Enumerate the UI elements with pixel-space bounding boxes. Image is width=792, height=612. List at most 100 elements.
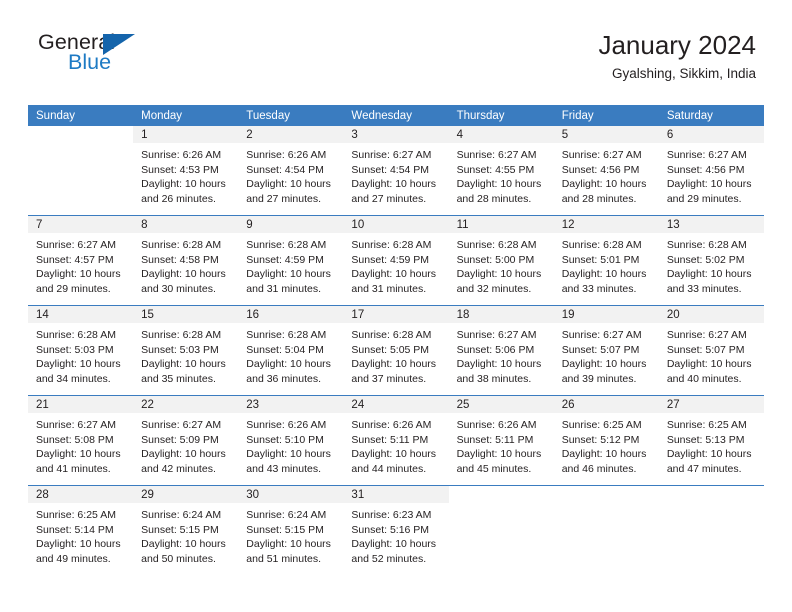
daylight-text-line1: Daylight: 10 hours (561, 448, 647, 461)
daylight-text-line1: Daylight: 10 hours (141, 178, 226, 191)
sunset-text: Sunset: 5:10 PM (246, 433, 324, 446)
day-number: 10 (343, 216, 449, 233)
daylight-text-line2: and 29 minutes. (666, 192, 742, 205)
weekday-header-monday: Monday (133, 105, 239, 126)
calendar-day-cell[interactable]: 8 Sunrise: 6:28 AM Sunset: 4:58 PM Daylight… (133, 215, 239, 306)
calendar-day-cell[interactable]: 1 Sunrise: 6:26 AM Sunset: 4:53 PM Daylight… (133, 126, 239, 216)
calendar-day-cell[interactable]: 19 Sunrise: 6:27 AM Sunset: 5:07 PM Dayligh… (553, 305, 659, 396)
day-number: 16 (238, 306, 344, 323)
daylight-text-line2: and 50 minutes. (141, 552, 216, 565)
daylight-text-line1: Daylight: 10 hours (36, 358, 121, 371)
calendar-day-cell[interactable]: 14 Sunrise: 6:28 AM Sunset: 5:03 PM Dayligh… (28, 305, 134, 396)
weekday-header-sunday: Sunday (28, 105, 134, 126)
calendar-day-cell[interactable]: 27 Sunrise: 6:25 AM Sunset: 5:13 PM Dayligh… (658, 395, 764, 486)
day-details: Sunrise: 6:27 AM Sunset: 4:54 PM Daylight:… (343, 143, 448, 206)
weekday-header-tuesday: Tuesday (238, 105, 344, 126)
calendar-day-cell[interactable]: 30 Sunrise: 6:24 AM Sunset: 5:15 PM Dayligh… (238, 485, 344, 575)
sunset-text: Sunset: 4:56 PM (561, 163, 640, 176)
calendar-day-cell[interactable]: 20 Sunrise: 6:27 AM Sunset: 5:07 PM Dayligh… (658, 305, 764, 396)
daylight-text-line2: and 34 minutes. (36, 372, 111, 385)
sunset-text: Sunset: 4:53 PM (141, 163, 219, 176)
day-number: 26 (553, 396, 659, 413)
sunrise-text: Sunrise: 6:27 AM (666, 149, 747, 161)
calendar-day-cell[interactable]: 24 Sunrise: 6:26 AM Sunset: 5:11 PM Dayligh… (343, 395, 449, 486)
daylight-text-line1: Daylight: 10 hours (351, 538, 437, 551)
calendar-day-cell[interactable]: 25 Sunrise: 6:26 AM Sunset: 5:11 PM Dayligh… (448, 395, 554, 486)
calendar-day-cell[interactable]: 2 Sunrise: 6:26 AM Sunset: 4:54 PM Daylight… (238, 126, 344, 216)
sunset-text: Sunset: 5:03 PM (141, 343, 219, 356)
sunset-text: Sunset: 5:04 PM (246, 343, 324, 356)
daylight-text-line2: and 31 minutes. (246, 282, 321, 295)
calendar-day-cell[interactable]: 17 Sunrise: 6:28 AM Sunset: 5:05 PM Dayligh… (343, 305, 449, 396)
sunrise-text: Sunrise: 6:27 AM (456, 329, 537, 341)
calendar-day-cell[interactable]: 5 Sunrise: 6:27 AM Sunset: 4:56 PM Daylight… (553, 126, 659, 216)
sunrise-text: Sunrise: 6:28 AM (141, 329, 222, 341)
sunset-text: Sunset: 4:54 PM (351, 163, 430, 176)
day-number: 29 (133, 486, 239, 503)
day-number (658, 486, 764, 503)
daylight-text-line2: and 26 minutes. (141, 192, 216, 205)
day-details: Sunrise: 6:28 AM Sunset: 5:03 PM Daylight:… (28, 323, 133, 386)
calendar-day-cell[interactable]: 15 Sunrise: 6:28 AM Sunset: 5:03 PM Dayligh… (133, 305, 239, 396)
daylight-text-line1: Daylight: 10 hours (351, 358, 437, 371)
calendar-day-cell[interactable]: 7 Sunrise: 6:27 AM Sunset: 4:57 PM Daylight… (28, 215, 134, 306)
sunset-text: Sunset: 5:12 PM (561, 433, 640, 446)
calendar-day-cell[interactable]: 26 Sunrise: 6:25 AM Sunset: 5:12 PM Dayligh… (553, 395, 659, 486)
sunrise-text: Sunrise: 6:27 AM (456, 149, 537, 161)
day-details: Sunrise: 6:28 AM Sunset: 5:01 PM Daylight:… (554, 233, 659, 296)
daylight-text-line2: and 28 minutes. (561, 192, 637, 205)
calendar-day-cell[interactable]: 3 Sunrise: 6:27 AM Sunset: 4:54 PM Daylight… (343, 126, 449, 216)
sunset-text: Sunset: 5:13 PM (666, 433, 745, 446)
calendar-day-cell[interactable]: 23 Sunrise: 6:26 AM Sunset: 5:10 PM Dayligh… (238, 395, 344, 486)
calendar-day-cell[interactable]: 10 Sunrise: 6:28 AM Sunset: 4:59 PM Dayligh… (343, 215, 449, 306)
day-number: 1 (133, 126, 239, 143)
calendar-day-cell[interactable]: 6 Sunrise: 6:27 AM Sunset: 4:56 PM Daylight… (658, 126, 764, 216)
day-details: Sunrise: 6:23 AM Sunset: 5:16 PM Daylight:… (343, 503, 448, 566)
brand-logo[interactable]: General Blue (38, 30, 228, 88)
sunrise-text: Sunrise: 6:28 AM (36, 329, 116, 341)
calendar-day-cell[interactable]: 16 Sunrise: 6:28 AM Sunset: 5:04 PM Dayligh… (238, 305, 344, 396)
daylight-text-line2: and 37 minutes. (351, 372, 427, 385)
sunset-text: Sunset: 5:14 PM (36, 523, 114, 536)
calendar-day-cell[interactable]: 18 Sunrise: 6:27 AM Sunset: 5:06 PM Dayligh… (448, 305, 554, 396)
page-title: January 2024 (598, 30, 756, 60)
daylight-text-line2: and 42 minutes. (141, 462, 216, 475)
day-details: Sunrise: 6:28 AM Sunset: 5:00 PM Daylight:… (449, 233, 554, 296)
calendar-day-cell[interactable]: 4 Sunrise: 6:27 AM Sunset: 4:55 PM Daylight… (448, 126, 554, 216)
daylight-text-line1: Daylight: 10 hours (141, 448, 226, 461)
day-details: Sunrise: 6:26 AM Sunset: 4:54 PM Daylight:… (238, 143, 343, 206)
daylight-text-line1: Daylight: 10 hours (351, 268, 437, 281)
sunrise-text: Sunrise: 6:28 AM (561, 239, 642, 251)
calendar-week-row: 7 Sunrise: 6:27 AM Sunset: 4:57 PM Daylight… (28, 215, 764, 306)
calendar-day-cell[interactable]: 22 Sunrise: 6:27 AM Sunset: 5:09 PM Dayligh… (133, 395, 239, 486)
sunset-text: Sunset: 5:15 PM (246, 523, 324, 536)
day-details: Sunrise: 6:27 AM Sunset: 4:55 PM Daylight:… (449, 143, 554, 206)
weekday-header-wednesday: Wednesday (343, 105, 449, 126)
sunrise-text: Sunrise: 6:27 AM (36, 239, 116, 251)
day-details: Sunrise: 6:26 AM Sunset: 5:11 PM Daylight:… (449, 413, 554, 476)
calendar-day-cell[interactable]: 9 Sunrise: 6:28 AM Sunset: 4:59 PM Daylight… (238, 215, 344, 306)
daylight-text-line2: and 44 minutes. (351, 462, 427, 475)
calendar-day-cell[interactable]: 13 Sunrise: 6:28 AM Sunset: 5:02 PM Dayligh… (658, 215, 764, 306)
calendar-day-cell[interactable]: 28 Sunrise: 6:25 AM Sunset: 5:14 PM Dayligh… (28, 485, 134, 575)
day-details: Sunrise: 6:25 AM Sunset: 5:12 PM Daylight:… (554, 413, 659, 476)
calendar-day-cell[interactable]: 21 Sunrise: 6:27 AM Sunset: 5:08 PM Dayligh… (28, 395, 134, 486)
sunrise-text: Sunrise: 6:27 AM (351, 149, 432, 161)
day-details: Sunrise: 6:27 AM Sunset: 4:56 PM Daylight:… (554, 143, 659, 206)
calendar-day-cell[interactable]: 12 Sunrise: 6:28 AM Sunset: 5:01 PM Dayligh… (553, 215, 659, 306)
day-details: Sunrise: 6:28 AM Sunset: 5:03 PM Daylight:… (133, 323, 238, 386)
daylight-text-line1: Daylight: 10 hours (246, 268, 331, 281)
day-number: 7 (28, 216, 134, 233)
day-number: 4 (448, 126, 554, 143)
day-details (553, 503, 659, 508)
sunrise-text: Sunrise: 6:24 AM (141, 509, 222, 521)
calendar-day-cell[interactable]: 11 Sunrise: 6:28 AM Sunset: 5:00 PM Dayligh… (448, 215, 554, 306)
calendar-day-cell[interactable]: 31 Sunrise: 6:23 AM Sunset: 5:16 PM Dayligh… (343, 485, 449, 575)
calendar-week-row: 21 Sunrise: 6:27 AM Sunset: 5:08 PM Dayligh… (28, 395, 764, 486)
day-number (28, 126, 134, 143)
daylight-text-line2: and 49 minutes. (36, 552, 111, 565)
day-number: 22 (133, 396, 239, 413)
calendar-day-cell[interactable]: 29 Sunrise: 6:24 AM Sunset: 5:15 PM Dayligh… (133, 485, 239, 575)
daylight-text-line1: Daylight: 10 hours (141, 268, 226, 281)
sunset-text: Sunset: 5:03 PM (36, 343, 114, 356)
